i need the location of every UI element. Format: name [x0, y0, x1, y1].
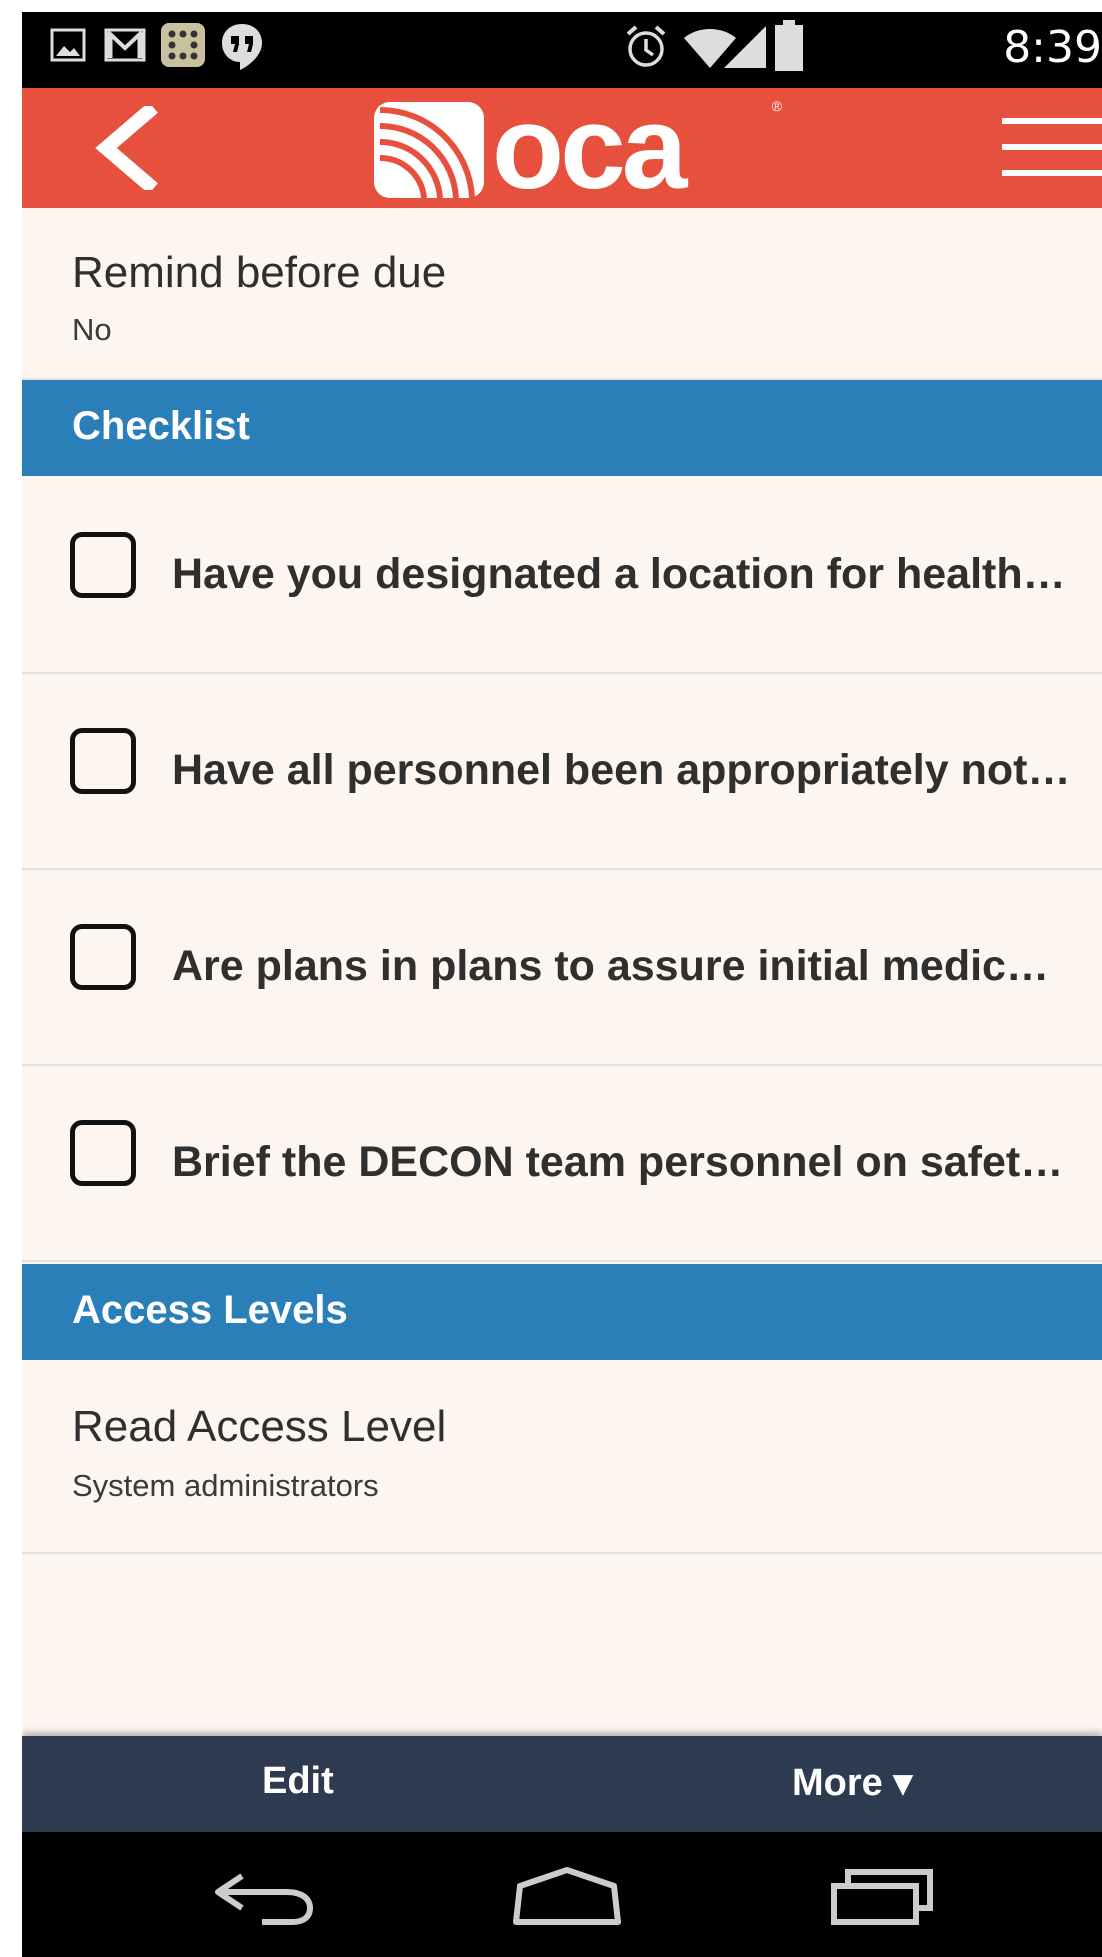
oca-logo: oca ®: [374, 82, 782, 214]
menu-line: [1002, 170, 1102, 176]
logo-registered-mark: ®: [771, 98, 782, 114]
oca-logo-mark-icon: [374, 102, 484, 198]
checklist-item[interactable]: Are plans in plans to assure initial med…: [22, 870, 1102, 1066]
logo-text: oca: [492, 82, 687, 214]
detail-content: Remind before due No Checklist Have you …: [22, 208, 1102, 1736]
checkbox[interactable]: [70, 1120, 136, 1186]
image-icon: [50, 28, 86, 62]
signal-icon: [724, 26, 766, 68]
field-label: Read Access Level: [72, 1402, 447, 1451]
phone-screen: 8:39 oca ® Remind before due No Checklis…: [22, 12, 1102, 1957]
field-value: System administrators: [72, 1468, 379, 1503]
back-nav-icon[interactable]: [212, 1870, 316, 1926]
dice-game-icon: [161, 23, 205, 67]
status-time: 8:39: [1003, 22, 1102, 73]
system-nav-bar: [22, 1832, 1102, 1957]
remind-field: Remind before due No: [22, 208, 1102, 380]
chevron-left-icon: [95, 102, 158, 194]
action-bar: Edit More ▾: [22, 1736, 1102, 1832]
checklist-item-text: Are plans in plans to assure initial med…: [172, 942, 1072, 990]
section-title: Access Levels: [72, 1288, 348, 1332]
gmail-icon: [104, 28, 146, 62]
battery-icon: [775, 20, 803, 71]
field-value: No: [72, 312, 112, 347]
access-levels-section-header: Access Levels: [22, 1264, 1102, 1360]
checklist-item-text: Have you designated a location for healt…: [172, 550, 1072, 598]
checklist-item[interactable]: Brief the DECON team personnel on safety…: [22, 1066, 1102, 1262]
status-bar: 8:39: [22, 12, 1102, 88]
recents-nav-icon[interactable]: [830, 1866, 936, 1926]
checklist-item[interactable]: Have you designated a location for healt…: [22, 478, 1102, 674]
edit-button[interactable]: Edit: [262, 1760, 334, 1803]
checkbox[interactable]: [70, 728, 136, 794]
checklist-item-text: Have all personnel been appropriately no…: [172, 746, 1072, 794]
menu-line: [1002, 118, 1102, 124]
section-title: Checklist: [72, 404, 250, 448]
field-label: Remind before due: [72, 248, 447, 297]
checklist-item-text: Brief the DECON team personnel on safety…: [172, 1138, 1072, 1186]
read-access-field: Read Access Level System administrators: [22, 1362, 1102, 1554]
more-button[interactable]: More ▾: [792, 1760, 912, 1805]
alarm-icon: [626, 25, 666, 67]
checkbox[interactable]: [70, 532, 136, 598]
home-nav-icon[interactable]: [512, 1866, 622, 1926]
back-button[interactable]: [92, 102, 172, 194]
menu-line: [1002, 144, 1102, 150]
hangouts-icon: [222, 24, 262, 70]
checklist-item[interactable]: Have all personnel been appropriately no…: [22, 674, 1102, 870]
checklist-section-header: Checklist: [22, 380, 1102, 476]
checkbox[interactable]: [70, 924, 136, 990]
app-bar: oca ®: [22, 82, 1102, 214]
hamburger-menu-button[interactable]: [1002, 118, 1102, 182]
